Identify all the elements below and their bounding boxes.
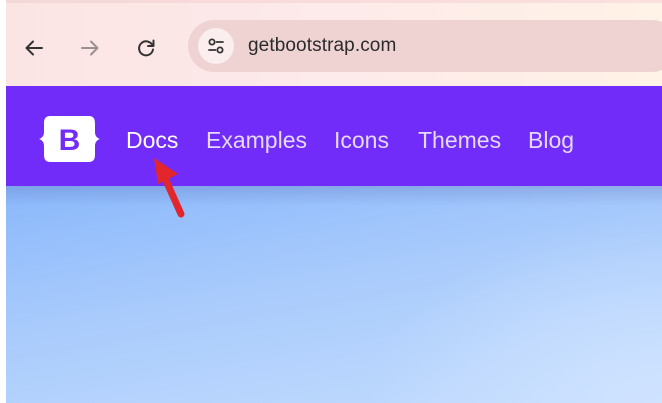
nav-link-blog[interactable]: Blog: [528, 126, 574, 154]
hero-section: [6, 186, 662, 403]
site-navbar: B Docs Examples Icons Themes Blog: [6, 86, 662, 186]
bootstrap-logo-icon[interactable]: B: [38, 114, 101, 164]
tune-icon: [208, 38, 224, 54]
nav-link-icons[interactable]: Icons: [334, 126, 389, 154]
browser-window: getbootstrap.com B Docs Examples Icons T…: [6, 0, 662, 403]
nav-link-examples[interactable]: Examples: [206, 126, 307, 154]
toolbar-edge: [6, 0, 662, 3]
forward-button[interactable]: [74, 32, 106, 64]
back-button[interactable]: [18, 32, 50, 64]
reload-icon: [138, 39, 155, 57]
browser-toolbar: getbootstrap.com: [6, 0, 662, 86]
navbar-shadow: [6, 186, 662, 206]
brand-letter: B: [59, 124, 81, 157]
arrow-right-icon: [81, 40, 99, 56]
address-bar[interactable]: getbootstrap.com: [188, 20, 662, 72]
nav-link-themes[interactable]: Themes: [418, 126, 501, 154]
reload-button[interactable]: [130, 32, 162, 64]
url-text[interactable]: getbootstrap.com: [248, 34, 396, 58]
nav-link-docs[interactable]: Docs: [126, 126, 178, 154]
arrow-left-icon: [25, 40, 43, 56]
site-info-button[interactable]: [198, 28, 234, 64]
